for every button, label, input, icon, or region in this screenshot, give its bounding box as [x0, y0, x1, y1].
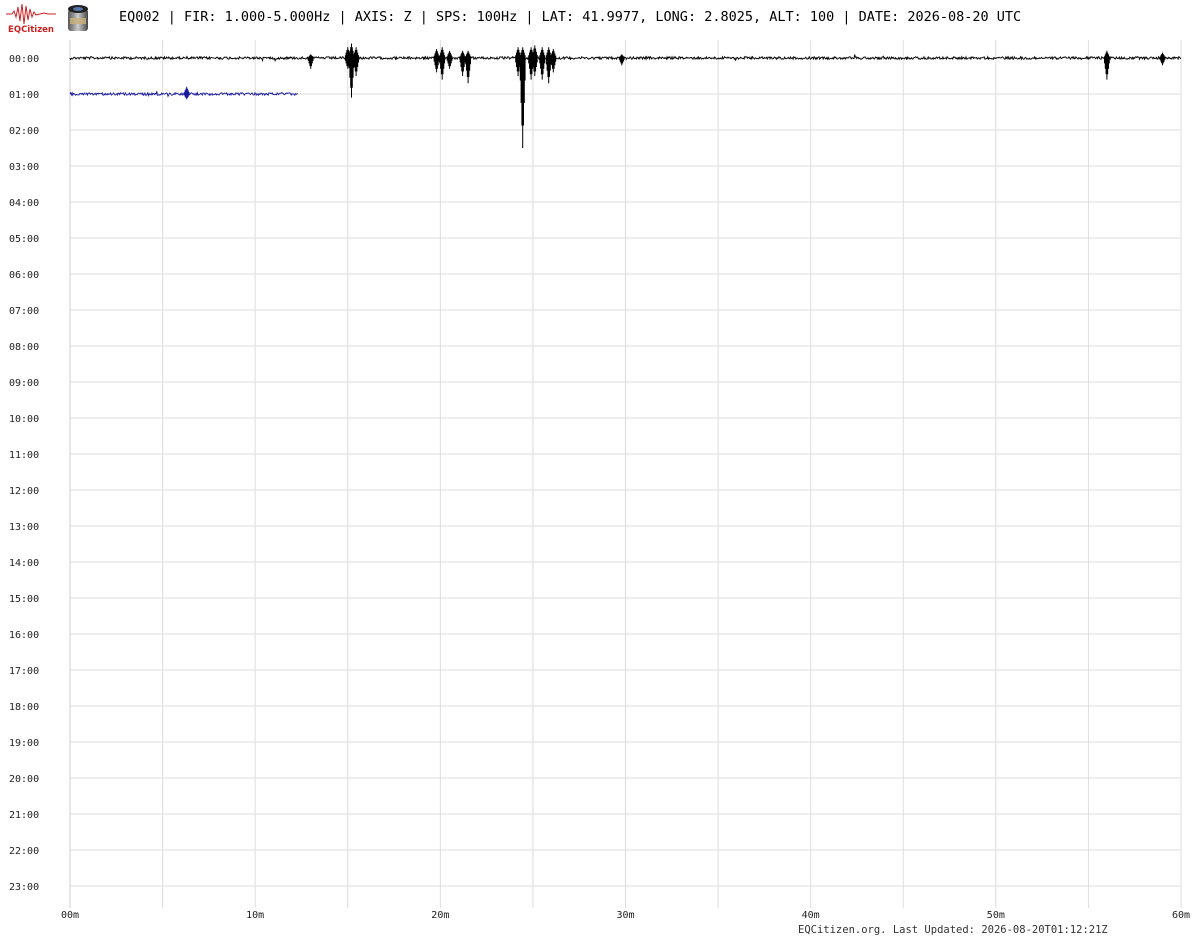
x-tick-label: 20m	[431, 910, 449, 921]
row-label: 19:00	[9, 738, 39, 749]
row-label: 05:00	[9, 234, 39, 245]
row-time-labels: 00:00 01:00 02:00 03:00 04:00 05:00 06:00 07:00…	[9, 54, 39, 893]
trace-line	[69, 91, 298, 98]
x-tick-label: 50m	[987, 910, 1005, 921]
row-label: 01:00	[9, 90, 39, 101]
last-updated-footer: EQCitizen.org. Last Updated: 2026-08-20T…	[798, 924, 1108, 936]
row-label: 14:00	[9, 558, 39, 569]
row-label: 09:00	[9, 378, 39, 389]
event-spike	[515, 47, 521, 76]
grid	[69, 40, 1182, 908]
x-tick-label: 40m	[802, 910, 820, 921]
row-label: 15:00	[9, 594, 39, 605]
row-label: 17:00	[9, 666, 39, 677]
x-tick-label: 60m	[1172, 910, 1190, 921]
row-label: 12:00	[9, 486, 39, 497]
event-spike	[519, 47, 526, 148]
event-spike	[618, 54, 625, 66]
row-label: 13:00	[9, 522, 39, 533]
x-tick-label: 30m	[616, 910, 634, 921]
trace-0100	[69, 86, 298, 100]
event-spike	[1104, 50, 1110, 80]
event-spike	[348, 43, 355, 98]
row-label: 16:00	[9, 630, 39, 641]
event-spike	[183, 86, 190, 100]
helicorder-chart: 00:00 01:00 02:00 03:00 04:00 05:00 06:00 07:00…	[9, 40, 1190, 921]
row-label: 23:00	[9, 882, 39, 893]
event-spike	[433, 49, 440, 73]
row-label: 06:00	[9, 270, 39, 281]
event-spike	[1159, 52, 1166, 66]
row-label: 00:00	[9, 54, 39, 65]
event-spike	[550, 49, 557, 73]
row-label: 11:00	[9, 450, 39, 461]
row-label: 07:00	[9, 306, 39, 317]
event-spike	[545, 47, 552, 84]
row-label: 02:00	[9, 126, 39, 137]
row-label: 18:00	[9, 702, 39, 713]
minute-axis-labels: 00m 10m 20m 30m 40m 50m 60m	[61, 910, 1190, 921]
row-label: 21:00	[9, 810, 39, 821]
x-tick-label: 00m	[61, 910, 79, 921]
row-label: 22:00	[9, 846, 39, 857]
row-label: 08:00	[9, 342, 39, 353]
x-tick-label: 10m	[246, 910, 264, 921]
event-spike	[465, 50, 471, 84]
row-label: 20:00	[9, 774, 39, 785]
event-spike	[539, 47, 546, 80]
row-label: 04:00	[9, 198, 39, 209]
event-spike	[459, 50, 466, 76]
row-label: 03:00	[9, 162, 39, 173]
event-spike	[446, 50, 453, 69]
event-spike	[307, 54, 314, 69]
event-spike	[353, 47, 359, 76]
row-label: 10:00	[9, 414, 39, 425]
